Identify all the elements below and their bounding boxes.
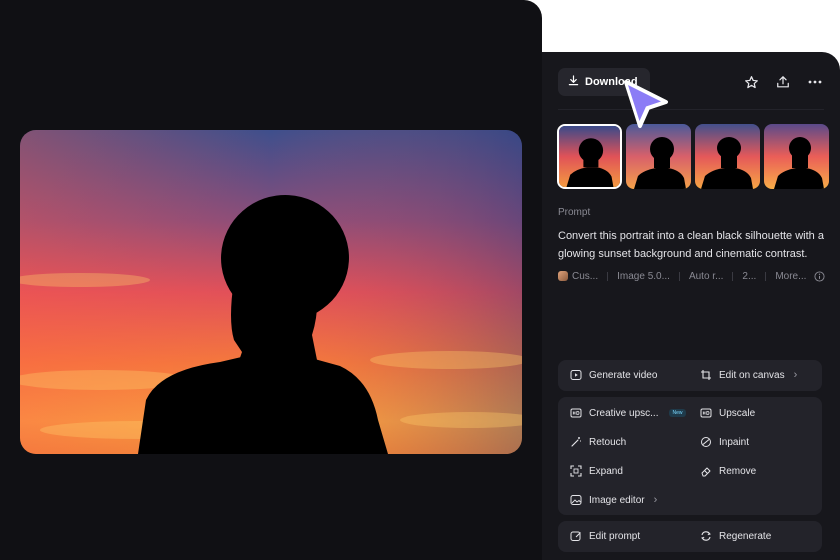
magic-wand-icon — [570, 436, 582, 448]
thumbnail-1[interactable] — [557, 124, 622, 189]
toolbar-divider — [558, 109, 824, 110]
side-panel: Download Prompt Convert this portrait in… — [542, 52, 840, 560]
generate-video-button[interactable]: Generate video — [570, 369, 657, 381]
action-card-tools: Creative upsc... New Upscale Retouch Inp… — [558, 397, 822, 515]
edit-icon — [570, 530, 582, 542]
hd-plus-icon — [570, 407, 582, 419]
creative-upscale-button[interactable]: Creative upsc... New — [570, 407, 686, 419]
star-icon[interactable] — [742, 73, 760, 91]
more-icon[interactable] — [806, 73, 824, 91]
crop-icon — [700, 369, 712, 381]
download-icon — [568, 75, 579, 89]
thumbnail-strip — [557, 124, 829, 189]
toolbar: Download — [558, 68, 824, 96]
brush-icon — [700, 436, 712, 448]
chevron-right-icon: › — [653, 494, 658, 506]
share-icon[interactable] — [774, 73, 792, 91]
action-card-secondary: Edit prompt Regenerate — [558, 521, 822, 552]
edit-on-canvas-button[interactable]: Edit on canvas › — [700, 369, 797, 381]
video-icon — [570, 369, 582, 381]
expand-icon — [570, 465, 582, 477]
pointer-cursor-icon — [622, 78, 670, 135]
meta-model[interactable]: Cus... — [558, 271, 598, 282]
thumbnail-3[interactable] — [695, 124, 760, 189]
eraser-icon — [700, 465, 712, 477]
canvas-panel — [0, 0, 542, 560]
new-badge: New — [669, 409, 686, 417]
meta-row: Cus... Image 5.0... Auto r... 2... More.… — [558, 269, 830, 283]
meta-version[interactable]: Image 5.0... — [617, 271, 670, 282]
regenerate-button[interactable]: Regenerate — [700, 530, 771, 542]
hd-icon — [700, 407, 712, 419]
meta-more[interactable]: More... — [775, 271, 806, 282]
prompt-text: Convert this portrait into a clean black… — [558, 230, 824, 260]
image-editor-button[interactable]: Image editor › — [570, 494, 657, 506]
thumbnail-4[interactable] — [764, 124, 829, 189]
retouch-button[interactable]: Retouch — [570, 436, 626, 448]
inpaint-button[interactable]: Inpaint — [700, 436, 749, 448]
chevron-right-icon: › — [793, 369, 798, 381]
meta-ratio[interactable]: Auto r... — [689, 271, 723, 282]
expand-button[interactable]: Expand — [570, 465, 623, 477]
action-card-primary: Generate video Edit on canvas › — [558, 360, 822, 391]
meta-count[interactable]: 2... — [742, 271, 756, 282]
upscale-button[interactable]: Upscale — [700, 407, 755, 419]
refresh-icon — [700, 530, 712, 542]
avatar — [558, 271, 568, 281]
remove-button[interactable]: Remove — [700, 465, 756, 477]
info-icon[interactable] — [814, 270, 825, 282]
sunset-silhouette-image — [20, 130, 522, 454]
edit-prompt-button[interactable]: Edit prompt — [570, 530, 640, 542]
main-image[interactable] — [20, 130, 522, 454]
image-edit-icon — [570, 494, 582, 506]
prompt-label: Prompt — [558, 207, 591, 218]
